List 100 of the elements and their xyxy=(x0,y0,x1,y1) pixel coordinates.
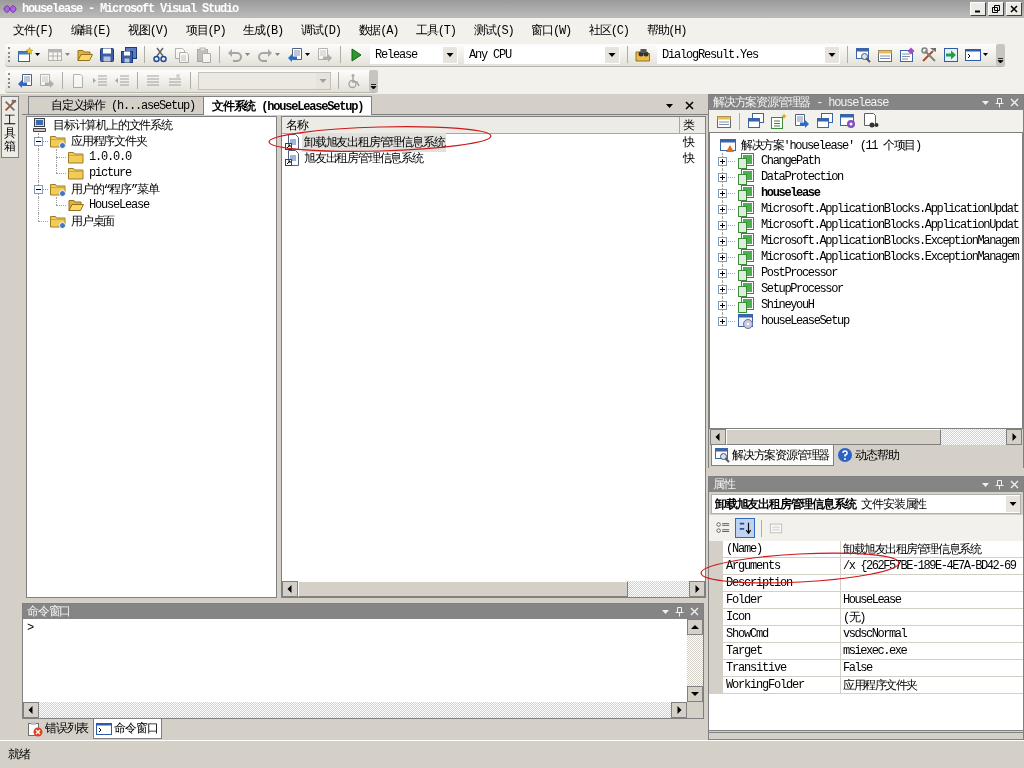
caret-icon[interactable] xyxy=(35,53,40,56)
play-icon[interactable] xyxy=(348,46,364,63)
menu-item[interactable]: 窗口(W) xyxy=(522,19,581,41)
plus-box-icon[interactable] xyxy=(718,205,727,214)
tree-item[interactable]: HouseLease xyxy=(88,198,150,212)
sort-down-icon[interactable] xyxy=(735,518,755,538)
property-value[interactable]: (无) xyxy=(841,609,1023,625)
menu-item[interactable]: 编辑(E) xyxy=(61,19,120,41)
property-value[interactable]: 应用程序文件夹 xyxy=(841,677,1023,693)
property-value[interactable]: msiexec.exe xyxy=(841,643,1023,659)
menu-item[interactable]: 测试(S) xyxy=(464,19,523,41)
property-value[interactable]: 卸载旭友出租房管理信息系统 xyxy=(841,541,1023,557)
tree-item[interactable]: 用户的“程序”菜单 xyxy=(70,180,160,198)
menu-item[interactable]: 社区(C) xyxy=(580,19,638,41)
tree-item[interactable]: Microsoft.ApplicationBlocks.ExceptionManagem xyxy=(760,234,1020,248)
tree-item[interactable]: 用户桌面 xyxy=(70,212,116,230)
object-selector[interactable]: 卸载旭友出租房管理信息系统 文件安装属性 xyxy=(711,494,1021,514)
plus-box-icon[interactable] xyxy=(718,301,727,310)
property-value[interactable]: False xyxy=(841,660,1023,676)
panel-tab[interactable]: 解决方案资源管理器 xyxy=(711,445,835,466)
tree-item[interactable]: DataProtection xyxy=(760,170,844,184)
horizontal-scrollbar[interactable] xyxy=(282,581,705,597)
tree-item[interactable]: Microsoft.ApplicationBlocks.ApplicationUpdat xyxy=(760,202,1020,216)
arrow-box-icon[interactable] xyxy=(943,46,959,63)
plus-box-icon[interactable] xyxy=(718,285,727,294)
star-window-icon[interactable] xyxy=(17,46,33,63)
tree-item[interactable]: 1.0.0.0 xyxy=(88,150,132,164)
menu-item[interactable]: 视图(V) xyxy=(119,19,177,41)
scroll-right-icon[interactable] xyxy=(689,581,705,597)
plus-box-icon[interactable] xyxy=(718,221,727,230)
property-value[interactable]: HouseLease xyxy=(841,592,1023,608)
plus-box-icon[interactable] xyxy=(718,317,727,326)
property-name[interactable]: Folder xyxy=(723,592,841,608)
property-name[interactable]: ShowCmd xyxy=(723,626,841,642)
tree-item[interactable]: Microsoft.ApplicationBlocks.ExceptionManagem xyxy=(760,250,1020,264)
console-window-icon[interactable] xyxy=(965,46,981,63)
plus-box-icon[interactable] xyxy=(718,157,727,166)
overflow-chevron-icon[interactable] xyxy=(369,69,378,92)
scroll-left-icon[interactable] xyxy=(710,429,726,445)
property-value[interactable]: vsdscNormal xyxy=(841,626,1023,642)
caret-icon[interactable] xyxy=(983,53,988,56)
document-tab[interactable]: 文件系统 (houseLeaseSetup) xyxy=(203,96,373,115)
scissors-icon[interactable] xyxy=(152,46,168,63)
horizontal-scrollbar[interactable] xyxy=(710,429,1022,445)
panel-tab[interactable]: 命令窗口 xyxy=(93,719,163,739)
tree-item[interactable]: ShineyouH xyxy=(760,298,815,312)
tree-item[interactable]: PostProcessor xyxy=(760,266,839,280)
scroll-right-icon[interactable] xyxy=(671,702,687,718)
close-icon[interactable] xyxy=(685,101,694,110)
menu-item[interactable]: 生成(B) xyxy=(234,19,293,41)
stacked-windows-icon[interactable] xyxy=(816,113,833,129)
scroll-up-icon[interactable] xyxy=(687,619,703,635)
tree-item[interactable]: 应用程序文件夹 xyxy=(70,132,148,150)
document-tab[interactable]: 自定义操作 (h...aseSetup) xyxy=(28,96,205,114)
hammer-wrench-icon[interactable] xyxy=(921,46,937,63)
property-name[interactable]: Icon xyxy=(723,609,841,625)
property-name[interactable]: Target xyxy=(723,643,841,659)
vertical-scrollbar[interactable] xyxy=(687,619,703,702)
panel-tab[interactable]: 动态帮助 xyxy=(834,445,904,466)
caret-icon[interactable] xyxy=(825,46,839,63)
gear-window-icon[interactable] xyxy=(839,113,856,129)
document-arrow-icon[interactable] xyxy=(793,113,810,129)
find-combo[interactable]: DialogResult.Yes xyxy=(657,45,840,64)
pin-icon[interactable] xyxy=(995,97,1004,108)
property-name[interactable]: Arguments xyxy=(723,558,841,574)
toolbox-tab[interactable]: 工具箱 xyxy=(1,96,19,158)
caret-icon[interactable] xyxy=(605,46,619,63)
scroll-left-icon[interactable] xyxy=(282,581,298,597)
property-name[interactable]: WorkingFolder xyxy=(723,677,841,693)
tree-item[interactable]: Microsoft.ApplicationBlocks.ApplicationUpdat xyxy=(760,218,1020,232)
menu-item[interactable]: 调试(D) xyxy=(292,19,350,41)
horizontal-scrollbar[interactable] xyxy=(23,702,687,718)
document-arrow-icon[interactable] xyxy=(287,46,303,63)
property-name[interactable]: (Name) xyxy=(723,541,841,557)
plus-box-icon[interactable] xyxy=(718,189,727,198)
tree-item[interactable]: houselease xyxy=(760,186,821,200)
plus-box-icon[interactable] xyxy=(718,173,727,182)
plus-box-icon[interactable] xyxy=(718,253,727,262)
caret-icon[interactable] xyxy=(666,104,673,108)
tree-item[interactable]: 解决方案'houselease' (11 个项目) xyxy=(740,136,922,154)
menu-item[interactable]: 项目(P) xyxy=(176,19,235,41)
menu-item[interactable]: 文件(F) xyxy=(4,19,62,41)
scrollbar-thumb[interactable] xyxy=(726,429,941,445)
platform-combo[interactable]: Any CPU xyxy=(464,45,620,64)
caret-icon[interactable] xyxy=(443,46,457,63)
plus-box-icon[interactable] xyxy=(718,237,727,246)
stacked-windows-icon[interactable] xyxy=(747,113,764,129)
menu-item[interactable]: 帮助(H) xyxy=(637,19,696,41)
tree-item[interactable]: houseLeaseSetup xyxy=(760,314,850,328)
floppy-disks-icon[interactable] xyxy=(121,46,137,63)
column-header[interactable]: 类 xyxy=(680,117,705,133)
panel-tab[interactable]: 错误列表 xyxy=(24,719,94,739)
scroll-left-icon[interactable] xyxy=(23,702,39,718)
scroll-down-icon[interactable] xyxy=(687,686,703,702)
menu-item[interactable]: 数据(A) xyxy=(349,19,408,41)
tree-item[interactable]: SetupProcessor xyxy=(760,282,844,296)
sparkle-window-icon[interactable] xyxy=(770,113,787,129)
property-name[interactable]: Transitive xyxy=(723,660,841,676)
scrollbar-thumb[interactable] xyxy=(298,581,628,597)
tree-item[interactable]: ChangePath xyxy=(760,154,821,168)
